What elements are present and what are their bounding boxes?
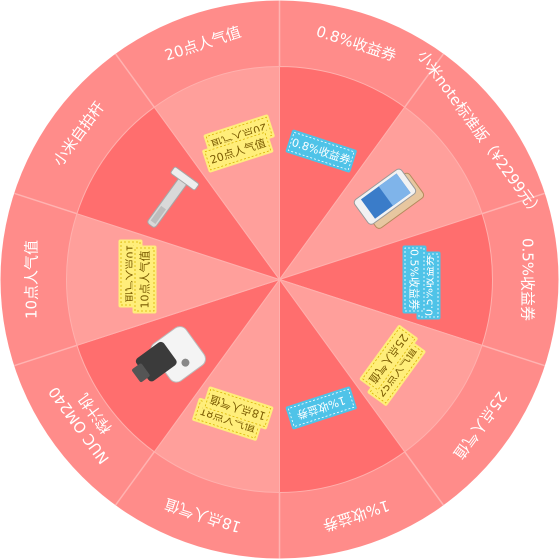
segment-prize: 10点人气值 10点人气值 [118,239,157,314]
segment-prize: 0.5%收益券0.5%收益券 [402,245,441,320]
coupon-text: 10点人气值 [138,251,152,309]
coupon-text: 0.5%收益券 [408,249,422,310]
segment-label-text: 10点人气值 [23,240,41,319]
segment-label: 10点人气值 [23,240,41,319]
segment-label: 0.5%收益券 [519,238,537,321]
prize-wheel[interactable]: 0.8%收益券小米note标准版（¥2299元）0.5%收益券25点人气值1%收… [0,0,559,559]
segment-label-text: 0.5%收益券 [519,238,537,321]
